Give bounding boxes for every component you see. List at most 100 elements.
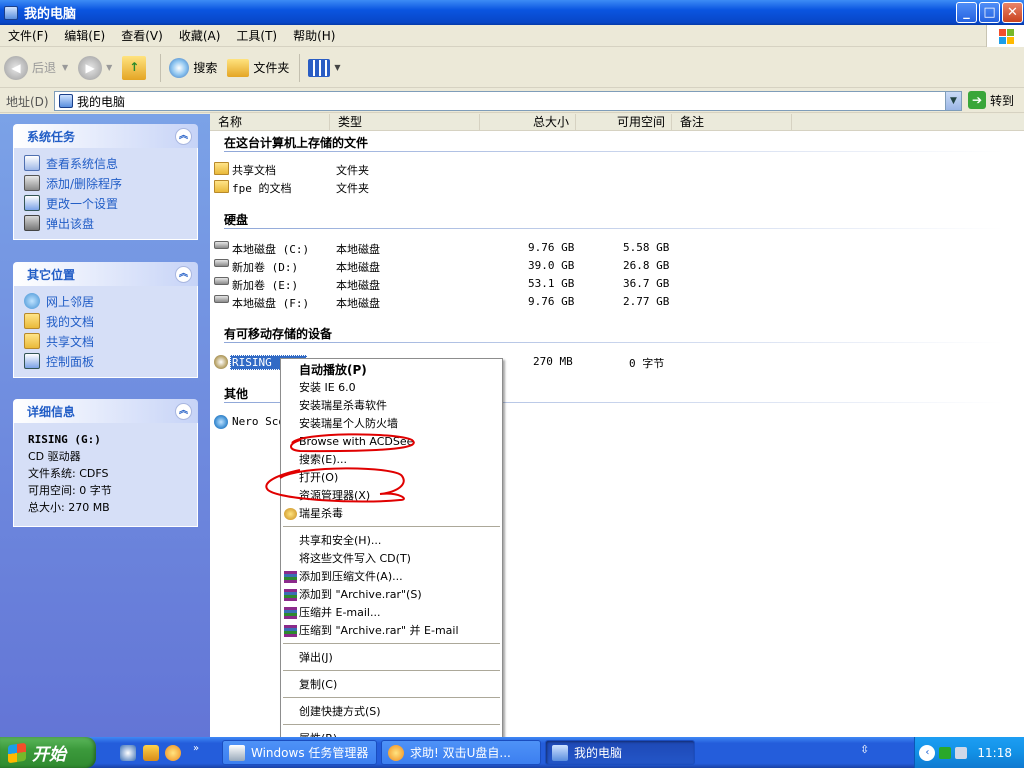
menu-item-autoplay[interactable]: 自动播放(P) (281, 361, 502, 379)
list-item[interactable]: 共享文档 文件夹 (210, 160, 1024, 178)
media-player-icon[interactable] (165, 745, 181, 761)
menu-item-open[interactable]: 打开(O) (281, 469, 502, 487)
menu-item-browse-acdsee[interactable]: Browse with ACDSee (281, 433, 502, 451)
views-dropdown-icon[interactable]: ▼ (334, 63, 340, 72)
views-button[interactable]: ▼ (304, 52, 344, 84)
list-item[interactable]: fpe 的文档 文件夹 (210, 178, 1024, 196)
other-places-panel: 其它位置 ︽ 网上邻居 我的文档 共享文档 控制面板 (13, 262, 198, 378)
menu-item-eject[interactable]: 弹出(J) (281, 649, 502, 667)
menu-item-sharing[interactable]: 共享和安全(H)... (281, 532, 502, 550)
menu-tools[interactable]: 工具(T) (228, 27, 285, 44)
tool-quicklaunch-icon[interactable] (143, 745, 159, 761)
item-type: 本地磁盘 (336, 279, 380, 292)
start-button[interactable]: 开始 (0, 737, 96, 768)
column-total-size[interactable]: 总大小 (480, 114, 576, 131)
menu-item-compress-rar-email[interactable]: 压缩到 "Archive.rar" 并 E-mail (281, 622, 502, 640)
collapse-chevron-icon[interactable]: ︽ (175, 265, 192, 283)
task-button-browser[interactable]: 求助! 双击U盘自... (381, 740, 541, 765)
menu-item-install-antivirus[interactable]: 安装瑞星杀毒软件 (281, 397, 502, 415)
network-places-link[interactable]: 网上邻居 (24, 291, 197, 311)
collapse-chevron-icon[interactable]: ︽ (175, 402, 192, 420)
network-tray-icon[interactable] (955, 746, 968, 759)
drive-row[interactable]: 本地磁盘 (C:) 本地磁盘 9.76 GB 5.58 GB (210, 239, 1024, 257)
menu-item-write-cd[interactable]: 将这些文件写入 CD(T) (281, 550, 502, 568)
column-type[interactable]: 类型 (330, 114, 480, 131)
address-input[interactable]: 我的电脑 ▼ (54, 91, 962, 111)
menu-view[interactable]: 查看(V) (113, 27, 171, 44)
change-setting-link[interactable]: 更改一个设置 (24, 193, 197, 213)
view-system-info-link[interactable]: 查看系统信息 (24, 153, 197, 173)
link-label: 更改一个设置 (46, 196, 119, 211)
drive-row[interactable]: 新加卷 (E:) 本地磁盘 53.1 GB 36.7 GB (210, 275, 1024, 293)
task-button-task-manager[interactable]: Windows 任务管理器 (222, 740, 377, 765)
my-documents-link[interactable]: 我的文档 (24, 311, 197, 331)
menu-file[interactable]: 文件(F) (0, 27, 56, 44)
clock[interactable]: 11:18 (977, 746, 1012, 760)
menu-item-add-to-rar[interactable]: 添加到 "Archive.rar"(S) (281, 586, 502, 604)
other-places-title: 其它位置 (27, 267, 76, 282)
quicklaunch-expand-icon[interactable]: » (193, 743, 199, 754)
details-header[interactable]: 详细信息 ︽ (13, 399, 198, 423)
drive-row[interactable]: 本地磁盘 (F:) 本地磁盘 9.76 GB 2.77 GB (210, 293, 1024, 311)
task-label: Windows 任务管理器 (251, 746, 369, 760)
menu-item-explore[interactable]: 资源管理器(X) (281, 487, 502, 505)
shared-documents-link[interactable]: 共享文档 (24, 331, 197, 351)
back-dropdown-icon[interactable]: ▼ (62, 63, 68, 72)
item-type: 本地磁盘 (336, 261, 380, 274)
menu-item-search[interactable]: 搜索(E)... (281, 451, 502, 469)
menu-item-rising-scan[interactable]: 瑞星杀毒 (281, 505, 502, 523)
close-button[interactable]: ✕ (1002, 2, 1023, 23)
drive-row[interactable]: 新加卷 (D:) 本地磁盘 39.0 GB 26.8 GB (210, 257, 1024, 275)
menu-item-compress-email[interactable]: 压缩并 E-mail... (281, 604, 502, 622)
ie-quicklaunch-icon[interactable] (120, 745, 136, 761)
menu-item-create-shortcut[interactable]: 创建快捷方式(S) (281, 703, 502, 721)
maximize-button[interactable]: □ (979, 2, 1000, 23)
group-removable: 有可移动存储的设备 (224, 327, 333, 341)
item-total: 270 MB (533, 355, 573, 368)
winrar-icon (284, 589, 297, 601)
group-divider (224, 342, 1004, 343)
menu-favorites[interactable]: 收藏(A) (171, 27, 229, 44)
menu-item-add-archive[interactable]: 添加到压缩文件(A)... (281, 568, 502, 586)
up-button[interactable]: ↑ (118, 52, 154, 84)
folders-button[interactable]: 文件夹 (223, 52, 293, 84)
menu-item-install-firewall[interactable]: 安装瑞星个人防火墙 (281, 415, 502, 433)
item-name: 新加卷 (E:) (232, 279, 299, 292)
collapse-chevron-icon[interactable]: ︽ (175, 127, 192, 145)
other-places-header[interactable]: 其它位置 ︽ (13, 262, 198, 286)
search-button[interactable]: 搜索 (165, 52, 221, 84)
eject-disc-link[interactable]: 弹出该盘 (24, 213, 197, 233)
menu-edit[interactable]: 编辑(E) (56, 27, 113, 44)
system-tasks-header[interactable]: 系统任务 ︽ (13, 124, 198, 148)
add-remove-programs-link[interactable]: 添加/删除程序 (24, 173, 197, 193)
item-type: 本地磁盘 (336, 297, 380, 310)
menu-item-install-ie[interactable]: 安装 IE 6.0 (281, 379, 502, 397)
forward-button[interactable]: ▶ ▼ (74, 52, 116, 84)
go-button[interactable]: ➔ 转到 (968, 91, 1014, 109)
back-arrow-icon: ◀ (4, 55, 28, 80)
menu-separator (283, 643, 500, 644)
column-free-space[interactable]: 可用空间 (576, 114, 672, 131)
tray-expand-icon[interactable]: ‹ (919, 744, 936, 761)
title-bar[interactable]: 我的电脑 _ □ ✕ (0, 0, 1024, 25)
folder-icon (214, 162, 229, 175)
column-name[interactable]: 名称 (210, 114, 330, 131)
tray-app-icon[interactable] (939, 746, 952, 759)
group-divider (224, 228, 1004, 229)
forward-arrow-icon: ▶ (78, 55, 103, 80)
item-name: 共享文档 (232, 164, 276, 177)
detail-free-space: 可用空间: 0 字节 (28, 484, 112, 497)
control-panel-link[interactable]: 控制面板 (24, 351, 197, 371)
menu-item-copy[interactable]: 复制(C) (281, 676, 502, 694)
hard-disk-icon (214, 259, 229, 267)
link-label: 弹出该盘 (46, 216, 95, 231)
minimize-button[interactable]: _ (956, 2, 977, 23)
taskbar-toolbar-icon[interactable]: ⇳ (860, 743, 869, 756)
control-panel-icon (24, 195, 40, 211)
task-button-my-computer[interactable]: 我的电脑 (545, 740, 695, 765)
address-dropdown-icon[interactable]: ▼ (945, 92, 961, 110)
forward-dropdown-icon[interactable]: ▼ (106, 63, 112, 72)
menu-help[interactable]: 帮助(H) (285, 27, 343, 44)
back-button[interactable]: ◀ 后退 ▼ (0, 52, 72, 84)
column-comments[interactable]: 备注 (672, 114, 792, 131)
